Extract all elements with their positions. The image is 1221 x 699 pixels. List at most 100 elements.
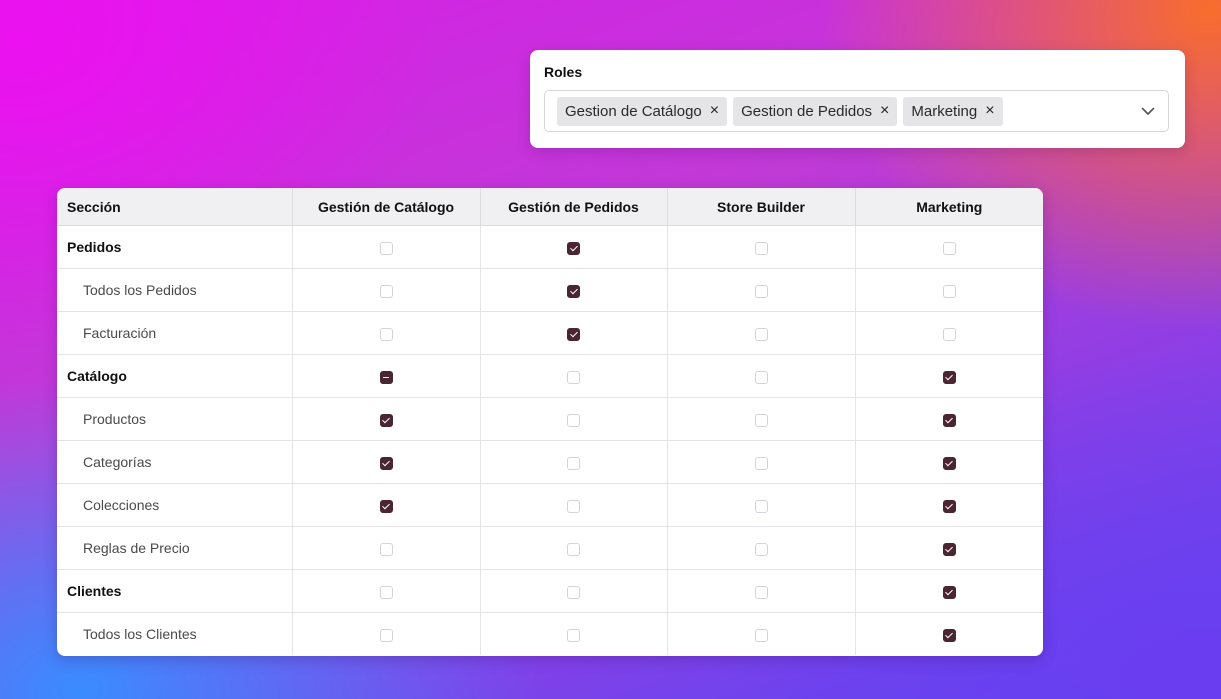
permission-cell (480, 311, 668, 355)
permissions-table: Sección Gestión de Catálogo Gestión de P… (57, 188, 1043, 655)
section-label: Clientes (57, 569, 293, 613)
section-label: Catálogo (57, 354, 293, 398)
permission-checkbox[interactable] (754, 370, 768, 384)
permission-cell (855, 613, 1043, 656)
role-chip-label: Gestion de Catálogo (565, 102, 702, 120)
permissions-table-card: Sección Gestión de Catálogo Gestión de P… (57, 188, 1043, 656)
permission-checkbox[interactable] (942, 370, 956, 384)
column-header: Gestión de Catálogo (292, 188, 481, 226)
permission-cell (292, 397, 481, 441)
column-header: Gestión de Pedidos (480, 188, 668, 226)
permission-checkbox[interactable] (567, 327, 580, 341)
permission-checkbox[interactable] (379, 456, 393, 470)
section-label: Pedidos (57, 225, 293, 269)
permission-checkbox[interactable] (567, 628, 580, 642)
table-row: Pedidos (57, 225, 1043, 269)
permission-checkbox[interactable] (379, 327, 393, 341)
permission-cell (292, 311, 481, 355)
permission-cell (667, 612, 856, 655)
permission-checkbox[interactable] (754, 456, 768, 470)
permission-cell (855, 569, 1043, 613)
permission-checkbox[interactable] (379, 241, 393, 255)
permission-checkbox[interactable] (379, 413, 393, 427)
permission-cell (855, 311, 1043, 355)
roles-card: Roles Gestion de Catálogo × Gestion de P… (530, 50, 1185, 148)
permission-cell (480, 397, 668, 441)
permission-checkbox[interactable] (942, 241, 956, 255)
table-row: Categorías (57, 440, 1043, 484)
permission-checkbox[interactable] (754, 628, 768, 642)
table-row: Reglas de Precio (57, 526, 1043, 570)
permission-cell (855, 225, 1043, 269)
permission-checkbox[interactable] (379, 628, 393, 642)
permission-checkbox[interactable] (379, 499, 393, 513)
permission-checkbox[interactable] (942, 542, 956, 556)
permission-checkbox[interactable] (942, 456, 956, 470)
permission-checkbox[interactable] (567, 241, 580, 255)
permission-cell (292, 483, 481, 527)
permission-checkbox[interactable] (567, 542, 580, 556)
role-chip: Marketing × (903, 96, 1003, 126)
permission-checkbox[interactable] (567, 585, 580, 599)
permission-checkbox[interactable] (379, 585, 393, 599)
permission-checkbox[interactable] (567, 413, 580, 427)
remove-chip-icon[interactable]: × (710, 103, 719, 119)
permission-checkbox[interactable] (754, 499, 768, 513)
permission-cell (667, 483, 856, 527)
subsection-label: Todos los Pedidos (57, 268, 293, 312)
permission-checkbox[interactable] (942, 499, 956, 513)
permission-checkbox[interactable] (754, 585, 768, 599)
table-row: Facturación (57, 311, 1043, 355)
permission-cell (855, 354, 1043, 398)
permission-cell (292, 225, 481, 269)
permission-cell (292, 268, 481, 312)
permission-checkbox[interactable] (942, 628, 956, 642)
permission-cell (292, 612, 481, 655)
permission-cell (480, 483, 668, 527)
permission-cell (667, 569, 856, 613)
permission-cell (855, 483, 1043, 527)
permission-cell (292, 440, 481, 484)
permission-checkbox[interactable] (567, 284, 580, 298)
permission-cell (480, 440, 668, 484)
permission-checkbox[interactable] (754, 413, 768, 427)
permission-checkbox[interactable] (379, 542, 393, 556)
remove-chip-icon[interactable]: × (880, 103, 889, 119)
permission-cell (480, 268, 668, 312)
permission-cell (667, 354, 856, 398)
permission-checkbox[interactable] (942, 413, 956, 427)
permission-checkbox[interactable] (942, 327, 956, 341)
permission-checkbox[interactable] (379, 284, 393, 298)
roles-multiselect[interactable]: Gestion de Catálogo × Gestion de Pedidos… (544, 90, 1169, 132)
subsection-label: Todos los Clientes (57, 612, 293, 655)
permission-checkbox[interactable] (379, 370, 393, 384)
permission-cell (667, 225, 856, 269)
permission-cell (292, 569, 481, 613)
permission-cell (667, 268, 856, 312)
permission-cell (667, 311, 856, 355)
chevron-down-icon[interactable] (1140, 103, 1156, 119)
subsection-label: Categorías (57, 440, 293, 484)
permission-cell (480, 569, 668, 613)
permission-cell (292, 526, 481, 570)
role-chip-label: Gestion de Pedidos (741, 102, 873, 120)
remove-chip-icon[interactable]: × (985, 103, 994, 119)
table-row: Todos los Clientes (57, 612, 1043, 656)
permission-checkbox[interactable] (942, 585, 956, 599)
table-row: Productos (57, 397, 1043, 441)
permission-checkbox[interactable] (567, 456, 580, 470)
subsection-label: Productos (57, 397, 293, 441)
permission-checkbox[interactable] (754, 327, 768, 341)
table-header-row: Sección Gestión de Catálogo Gestión de P… (57, 188, 1043, 226)
permission-checkbox[interactable] (754, 284, 768, 298)
permission-checkbox[interactable] (942, 284, 956, 298)
column-header: Sección (57, 188, 293, 226)
table-row: Todos los Pedidos (57, 268, 1043, 312)
permission-checkbox[interactable] (754, 542, 768, 556)
permission-cell (480, 526, 668, 570)
permission-checkbox[interactable] (567, 370, 580, 384)
permission-checkbox[interactable] (567, 499, 580, 513)
permission-checkbox[interactable] (754, 241, 768, 255)
subsection-label: Facturación (57, 311, 293, 355)
permission-cell (292, 354, 481, 398)
